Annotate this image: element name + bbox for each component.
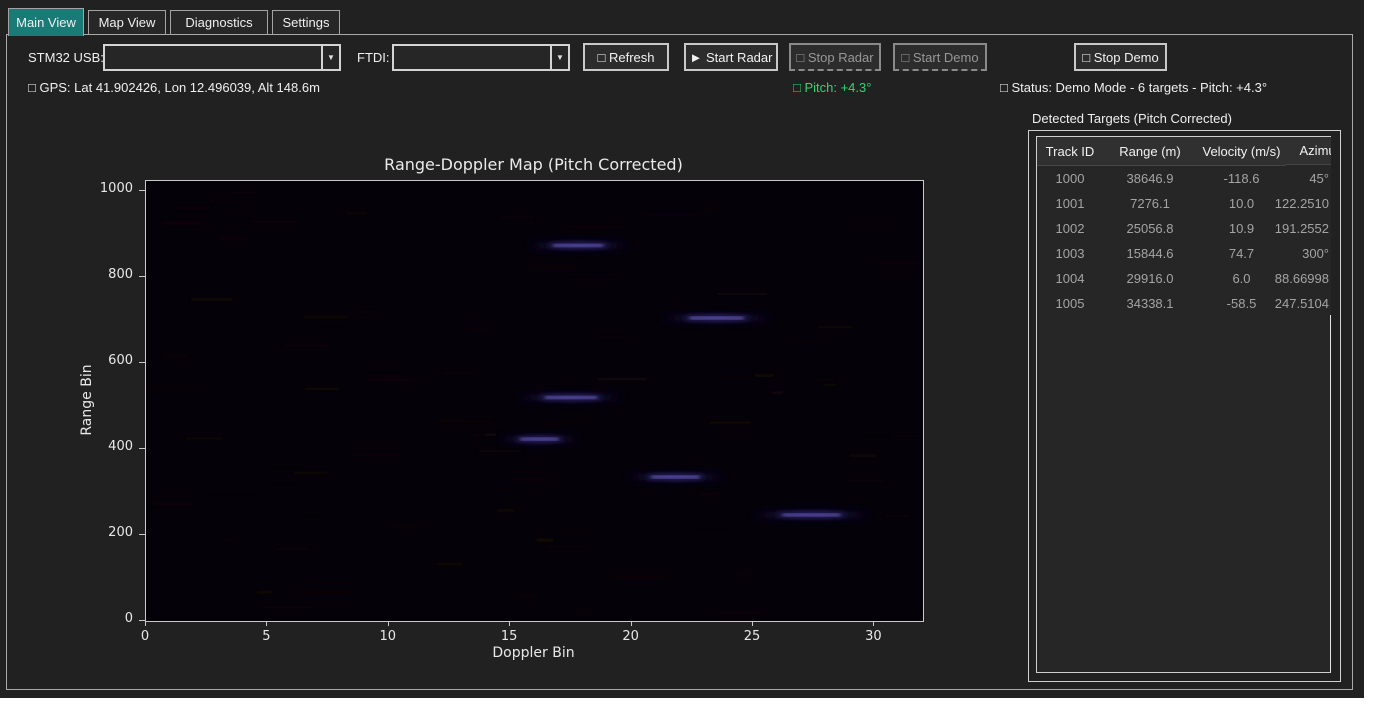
targets-table-body: 100038646.9-118.645° 10017276.110.0122.25… [1037,166,1331,316]
y-tick-mark [139,448,145,449]
x-tick-mark [145,621,146,626]
range-doppler-heatmap [146,181,923,621]
table-row-cell[interactable]: 247.5104 [1286,291,1331,316]
targets-panel-title: Detected Targets (Pitch Corrected) [1032,111,1232,126]
y-tick-mark [139,534,145,535]
table-row-cell[interactable]: 191.2552 [1286,216,1331,241]
y-tick-label: 0 [89,611,133,626]
table-row-cell[interactable]: 1005 [1037,291,1103,316]
x-tick-mark [509,621,510,626]
tab-map-view[interactable]: Map View [88,10,166,35]
x-tick-label: 10 [368,629,408,644]
stm32-usb-combobox[interactable]: ▼ [103,44,341,71]
start-demo-button[interactable]: □ Start Demo [893,43,987,71]
refresh-button[interactable]: □ Refresh [583,43,669,71]
table-row-cell[interactable]: -118.6 [1197,166,1286,191]
x-tick-mark [752,621,753,626]
table-row-cell[interactable]: 15844.6 [1103,241,1197,266]
chevron-down-icon[interactable]: ▼ [321,46,339,69]
table-scrollbar[interactable] [1330,315,1331,673]
range-doppler-plot [145,180,924,622]
column-header[interactable]: Azimuth [1286,137,1331,165]
app-status-text: □ Status: Demo Mode - 6 targets - Pitch:… [1000,80,1267,95]
x-tick-mark [873,621,874,626]
table-row-cell[interactable]: 1000 [1037,166,1103,191]
table-row-cell[interactable]: 1002 [1037,216,1103,241]
table-row-cell[interactable]: 45° [1286,166,1331,191]
table-row-cell[interactable]: 10.9 [1197,216,1286,241]
chevron-down-icon[interactable]: ▼ [550,46,568,69]
x-tick-mark [266,621,267,626]
x-tick-mark [631,621,632,626]
table-row-cell[interactable]: 74.7 [1197,241,1286,266]
gps-status-text: □ GPS: Lat 41.902426, Lon 12.496039, Alt… [28,80,320,95]
y-tick-mark [139,276,145,277]
y-tick-mark [139,362,145,363]
tab-main-view-label: Main View [16,15,76,30]
x-tick-label: 25 [732,629,772,644]
table-row-cell[interactable]: -58.5 [1197,291,1286,316]
y-axis-label: Range Bin [79,360,95,440]
x-tick-label: 5 [246,629,286,644]
table-row-cell[interactable]: 7276.1 [1103,191,1197,216]
table-row-cell[interactable]: 1003 [1037,241,1103,266]
app-window: Main View Map View Diagnostics Settings … [0,0,1364,698]
x-tick-mark [388,621,389,626]
table-row-cell[interactable]: 1004 [1037,266,1103,291]
table-row-cell[interactable]: 34338.1 [1103,291,1197,316]
stop-demo-button[interactable]: □ Stop Demo [1074,43,1167,71]
y-tick-label: 400 [89,439,133,454]
column-header[interactable]: Range (m) [1103,137,1197,166]
ftdi-combobox[interactable]: ▼ [392,44,570,71]
x-tick-label: 0 [125,629,165,644]
ftdi-label: FTDI: [357,50,390,65]
column-header[interactable]: Track ID [1037,137,1103,166]
table-row-cell[interactable]: 29916.0 [1103,266,1197,291]
chart-title: Range-Doppler Map (Pitch Corrected) [145,155,922,174]
tab-settings[interactable]: Settings [272,10,340,35]
table-row-cell[interactable]: 1001 [1037,191,1103,216]
table-row-cell[interactable]: 122.2510 [1286,191,1331,216]
table-row-cell[interactable]: 300° [1286,241,1331,266]
stm32-usb-label: STM32 USB: [28,50,104,65]
y-tick-mark [139,620,145,621]
table-row-cell[interactable]: 10.0 [1197,191,1286,216]
table-row-cell[interactable]: 38646.9 [1103,166,1197,191]
targets-table-header: Track IDRange (m)Velocity (m/s)Azimuth [1037,137,1331,166]
tab-main-view[interactable]: Main View [8,8,84,36]
x-tick-label: 30 [853,629,893,644]
table-row-cell[interactable]: 25056.8 [1103,216,1197,241]
x-tick-label: 20 [611,629,651,644]
tab-settings-label: Settings [283,15,330,30]
y-tick-mark [139,190,145,191]
y-tick-label: 600 [89,353,133,368]
targets-table: Track IDRange (m)Velocity (m/s)Azimuth 1… [1036,136,1331,673]
tab-diagnostics-label: Diagnostics [185,15,252,30]
stop-radar-button[interactable]: □ Stop Radar [789,43,881,71]
table-row-cell[interactable]: 6.0 [1197,266,1286,291]
y-tick-label: 800 [89,267,133,282]
tab-map-view-label: Map View [99,15,156,30]
start-radar-button[interactable]: ► Start Radar [684,43,778,71]
y-tick-label: 200 [89,525,133,540]
x-tick-label: 15 [489,629,529,644]
y-tick-label: 1000 [89,181,133,196]
tab-diagnostics[interactable]: Diagnostics [170,10,268,35]
pitch-status-text: □ Pitch: +4.3° [793,80,871,95]
table-row-cell[interactable]: 88.66998 [1286,266,1331,291]
column-header[interactable]: Velocity (m/s) [1197,137,1286,166]
x-axis-label: Doppler Bin [145,645,922,661]
